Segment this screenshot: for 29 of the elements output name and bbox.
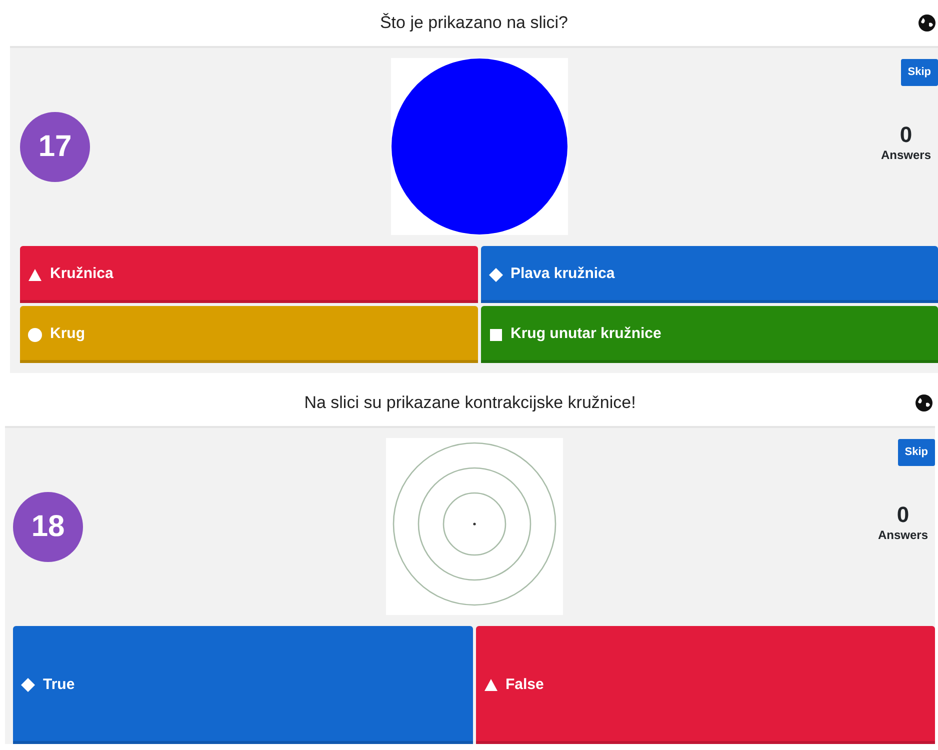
answers-label: Answers [880, 146, 932, 164]
skip-button[interactable]: Skip [900, 59, 938, 86]
answer-text: True [43, 674, 75, 695]
answer-option[interactable]: Krug unutar kružnice [480, 306, 938, 363]
triangle-icon [484, 678, 498, 692]
answer-text: Krug [50, 324, 85, 344]
skip-button[interactable]: Skip [898, 439, 935, 466]
triangle-icon [28, 268, 42, 282]
answer-option[interactable]: False [476, 626, 935, 744]
question-number: 18 [13, 492, 83, 562]
answer-text: False [506, 674, 544, 695]
answer-option[interactable]: Kružnica [20, 246, 478, 303]
circle-icon [28, 328, 42, 342]
question-title: Što je prikazano na slici? [380, 12, 568, 34]
question-title: Na slici su prikazane kontrakcijske kružnice! [304, 392, 636, 414]
square-icon [488, 328, 502, 342]
diamond-icon [488, 268, 502, 282]
globe-icon[interactable] [918, 14, 936, 32]
answer-text: Kružnica [50, 264, 114, 284]
answer-option[interactable]: True [13, 626, 472, 744]
answer-text: Plava kružnica [510, 264, 615, 284]
answer-count: 0 [900, 124, 912, 146]
question-number: 17 [20, 112, 90, 182]
answers-label: Answers [878, 526, 928, 544]
answer-option[interactable]: Plava kružnica [480, 246, 938, 303]
answer-text: Krug unutar kružnice [510, 324, 662, 344]
globe-icon[interactable] [915, 394, 933, 412]
diamond-icon [21, 678, 35, 692]
answer-count: 0 [896, 504, 910, 526]
